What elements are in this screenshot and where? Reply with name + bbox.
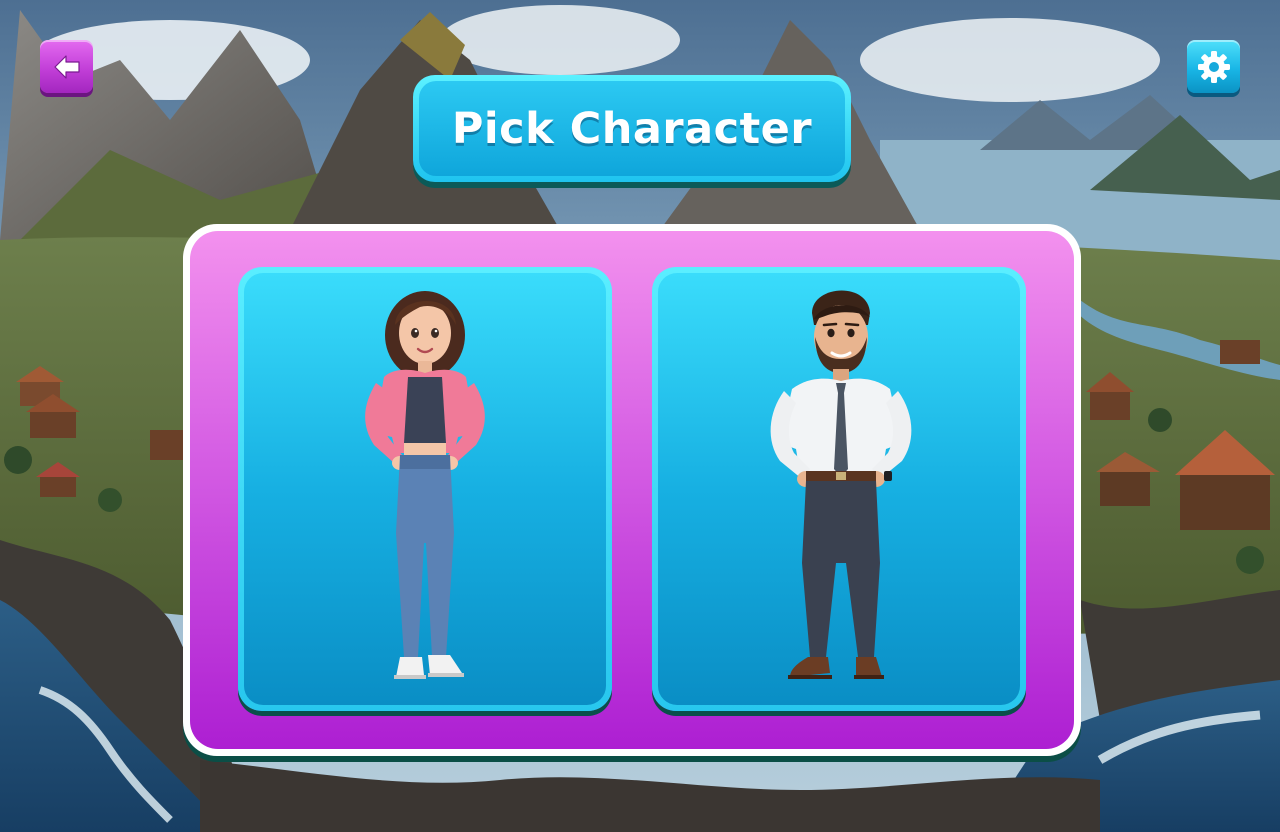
- back-button[interactable]: [40, 40, 93, 93]
- title-banner: Pick Character: [413, 75, 851, 182]
- male-character-avatar: [770, 290, 912, 679]
- female-character-avatar: [365, 291, 485, 679]
- title-banner-inner: Pick Character: [419, 81, 845, 176]
- arrow-left-icon: [53, 54, 80, 79]
- character-card-female[interactable]: [238, 267, 612, 711]
- character-card-female-inner: [244, 273, 606, 705]
- character-select-panel-inner: [190, 231, 1074, 749]
- page-title: Pick Character: [451, 103, 813, 154]
- settings-button[interactable]: [1187, 40, 1240, 93]
- gear-icon: [1197, 50, 1230, 83]
- character-card-male[interactable]: [652, 267, 1026, 711]
- character-card-male-inner: [658, 273, 1020, 705]
- character-select-panel: [183, 224, 1081, 756]
